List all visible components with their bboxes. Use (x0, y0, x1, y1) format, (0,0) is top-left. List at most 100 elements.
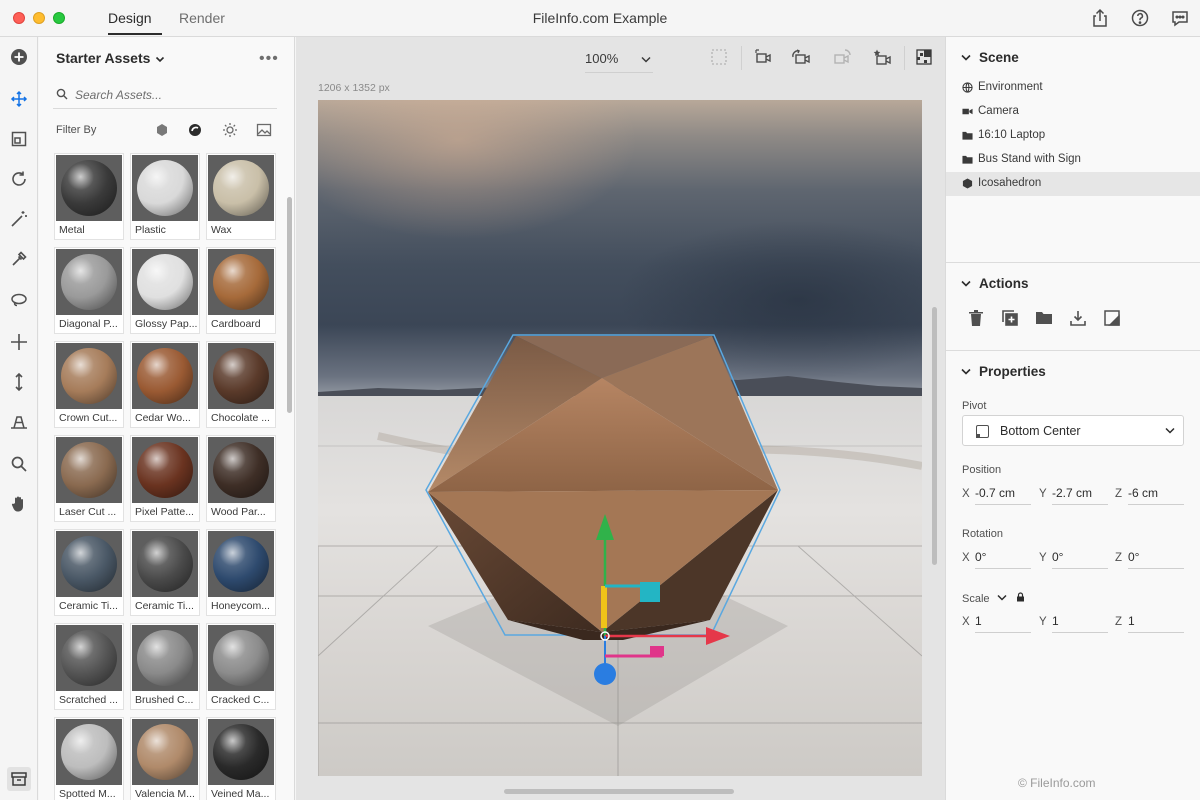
help-icon[interactable] (1130, 8, 1150, 28)
rotation-z-field[interactable]: 0° (1128, 547, 1184, 569)
asset-label: Cardboard (211, 318, 261, 330)
camera-bookmark-icon[interactable] (791, 48, 811, 68)
duplicate-icon[interactable] (1000, 308, 1020, 328)
scale-x-field[interactable]: 1 (975, 611, 1031, 633)
asset-tile[interactable]: Pixel Patte... (130, 435, 200, 522)
models-filter-icon[interactable] (154, 122, 170, 138)
magic-wand-icon[interactable] (9, 209, 29, 229)
lights-filter-icon[interactable] (222, 122, 238, 138)
zoom-icon[interactable] (9, 454, 29, 474)
asset-tile[interactable]: Diagonal P... (54, 247, 124, 334)
pivot-select[interactable]: Bottom Center (962, 415, 1184, 446)
scene-item-icosahedron[interactable]: Icosahedron (946, 172, 1200, 196)
rotation-y-field[interactable]: 0° (1052, 547, 1108, 569)
download-icon[interactable] (1068, 308, 1088, 328)
asset-tile[interactable]: Cedar Wo... (130, 341, 200, 428)
asset-thumbnail (132, 719, 198, 785)
more-options-icon[interactable]: ••• (259, 50, 279, 68)
axis-label-y: Y (1039, 552, 1047, 564)
asset-tile[interactable]: Cardboard (206, 247, 276, 334)
axis-label-z: Z (1115, 616, 1123, 628)
eyedropper-icon[interactable] (9, 249, 29, 269)
asset-tile[interactable]: Laser Cut ... (54, 435, 124, 522)
asset-label: Glossy Pap... (135, 318, 197, 330)
actions-section-header[interactable]: Actions (961, 276, 1029, 291)
scale-row[interactable]: Scale (962, 592, 1025, 605)
material-sphere (137, 160, 193, 216)
canvas-horizontal-scrollbar[interactable] (504, 789, 734, 794)
search-input[interactable] (75, 85, 265, 105)
asset-tile[interactable]: Veined Ma... (206, 717, 276, 800)
materials-filter-icon[interactable] (187, 122, 203, 138)
position-x-field[interactable]: -0.7 cm (975, 483, 1031, 505)
asset-tile[interactable]: Plastic (130, 153, 200, 240)
scene-item-laptop[interactable]: 16:10 Laptop (946, 124, 1200, 148)
scene-item-environment[interactable]: Environment (946, 76, 1200, 100)
group-icon[interactable] (1034, 308, 1054, 328)
move-icon[interactable] (9, 332, 29, 352)
camera-view-icon[interactable] (754, 48, 774, 68)
camera-favorite-icon[interactable] (872, 48, 892, 68)
assets-panel-icon[interactable] (7, 767, 31, 791)
perspective-icon[interactable] (9, 412, 29, 432)
share-icon[interactable] (1090, 8, 1110, 28)
canvas-vertical-scrollbar[interactable] (932, 307, 937, 565)
material-sphere (213, 724, 269, 780)
asset-tile[interactable]: Wax (206, 153, 276, 240)
assets-scrollbar[interactable] (287, 197, 292, 413)
asset-tile[interactable]: Wood Par... (206, 435, 276, 522)
properties-section-header[interactable]: Properties (961, 364, 1046, 379)
render-preview-icon[interactable] (915, 48, 935, 68)
assets-panel: Starter Assets ••• Filter By Metal Plasti… (39, 37, 295, 800)
zoom-dropdown[interactable]: 100% (585, 49, 653, 73)
asset-tile[interactable]: Chocolate ... (206, 341, 276, 428)
asset-tile[interactable]: Crown Cut... (54, 341, 124, 428)
asset-tile[interactable]: Scratched ... (54, 623, 124, 710)
camera-next-icon[interactable] (832, 48, 852, 68)
asset-tile[interactable]: Honeycom... (206, 529, 276, 616)
panel-divider (946, 350, 1200, 351)
asset-tile[interactable]: Valencia M... (130, 717, 200, 800)
asset-search (53, 81, 277, 109)
asset-tile[interactable]: Metal (54, 153, 124, 240)
scale-y-field[interactable]: 1 (1052, 611, 1108, 633)
chevron-down-icon (997, 594, 1007, 601)
images-filter-icon[interactable] (256, 122, 272, 138)
delete-icon[interactable] (966, 308, 986, 328)
asset-tile[interactable]: Ceramic Ti... (54, 529, 124, 616)
position-y-field[interactable]: -2.7 cm (1052, 483, 1108, 505)
asset-tile[interactable]: Spotted M... (54, 717, 124, 800)
asset-thumbnail (56, 343, 122, 409)
lock-icon[interactable] (1016, 592, 1025, 602)
rotation-x-field[interactable]: 0° (975, 547, 1031, 569)
material-icon[interactable] (1102, 308, 1122, 328)
hand-icon[interactable] (9, 494, 29, 514)
scale-z-field[interactable]: 1 (1128, 611, 1184, 633)
scene-item-camera[interactable]: Camera (946, 100, 1200, 124)
scene-item-label: Icosahedron (978, 177, 1042, 189)
asset-thumbnail (208, 531, 274, 597)
toolbar-divider (904, 46, 905, 70)
asset-tile[interactable]: Cracked C... (206, 623, 276, 710)
asset-tile[interactable]: Brushed C... (130, 623, 200, 710)
select-icon[interactable] (9, 89, 29, 109)
scale-label: Scale (962, 593, 990, 605)
add-icon[interactable] (9, 47, 29, 67)
scene-section-header[interactable]: Scene (961, 50, 1019, 65)
asset-thumbnail (56, 249, 122, 315)
assets-dropdown[interactable]: Starter Assets (56, 50, 165, 66)
lasso-icon[interactable] (9, 291, 29, 311)
artboard-icon[interactable] (9, 129, 29, 149)
position-z-field[interactable]: -6 cm (1128, 483, 1184, 505)
asset-label: Ceramic Ti... (59, 600, 118, 612)
scene-item-bus-stand[interactable]: Bus Stand with Sign (946, 148, 1200, 172)
icosahedron-model[interactable] (318, 100, 922, 776)
orbit-icon[interactable] (9, 169, 29, 189)
asset-tile[interactable]: Glossy Pap... (130, 247, 200, 334)
feedback-icon[interactable] (1170, 8, 1190, 28)
fit-icon[interactable] (710, 48, 730, 68)
artboard-canvas[interactable] (318, 100, 922, 776)
asset-thumbnail (208, 719, 274, 785)
asset-tile[interactable]: Ceramic Ti... (130, 529, 200, 616)
dolly-icon[interactable] (9, 372, 29, 392)
